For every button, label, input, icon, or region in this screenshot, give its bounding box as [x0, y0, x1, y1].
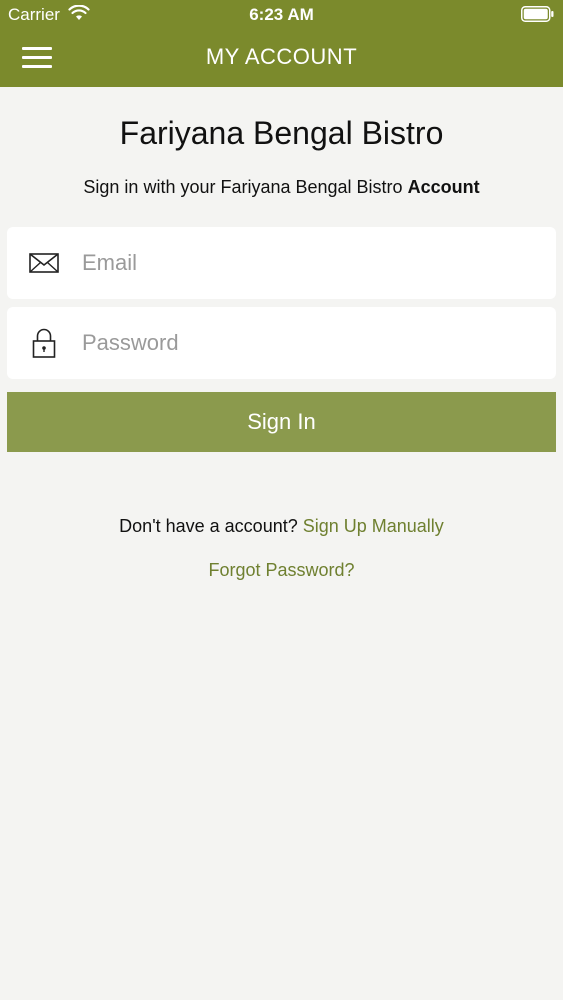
battery-icon [521, 6, 554, 22]
subheading-bold-text: Account [407, 177, 480, 197]
sign-in-subheading: Sign in with your Fariyana Bengal Bistro… [0, 177, 563, 198]
lock-icon [32, 328, 56, 358]
envelope-icon [29, 253, 59, 273]
page-title: MY ACCOUNT [205, 44, 358, 69]
restaurant-name-heading: Fariyana Bengal Bistro [119, 115, 444, 151]
sign-up-prompt: Don't have a account? Sign Up Manually [0, 516, 563, 537]
forgot-password-row: Forgot Password? [0, 560, 563, 581]
status-bar: Carrier 6:23 AM [0, 0, 563, 30]
password-field-container [7, 307, 556, 379]
top-bar: Carrier 6:23 AM MY ACCOUNT [0, 0, 563, 87]
no-account-text: Don't have a account? [119, 516, 303, 536]
password-input[interactable] [82, 307, 542, 379]
email-input[interactable] [82, 227, 542, 299]
navigation-bar: MY ACCOUNT [0, 30, 563, 87]
sign-up-manually-link[interactable]: Sign Up Manually [303, 516, 444, 536]
email-field-container [7, 227, 556, 299]
subheading-text: Sign in with your Fariyana Bengal Bistro [83, 177, 408, 197]
forgot-password-link[interactable]: Forgot Password? [208, 560, 354, 580]
status-time: 6:23 AM [249, 5, 314, 24]
sign-in-button[interactable]: Sign In [7, 392, 556, 452]
